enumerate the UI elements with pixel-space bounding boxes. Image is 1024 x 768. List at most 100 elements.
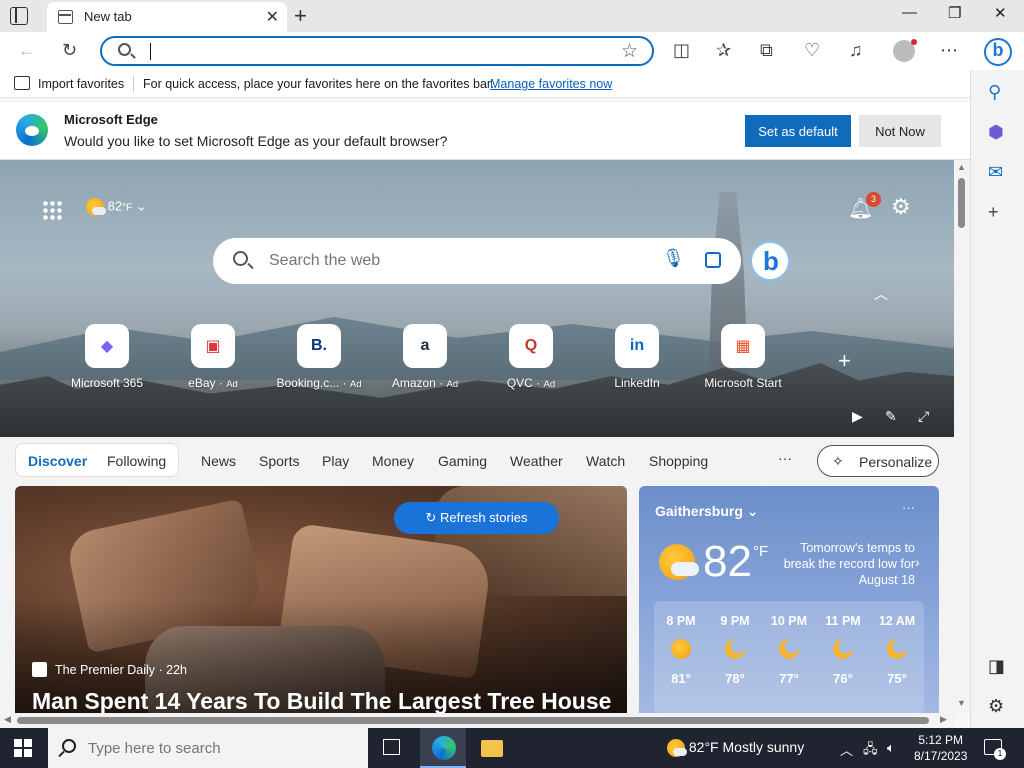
- web-search-box[interactable]: 🎙︎: [213, 238, 741, 284]
- show-hidden-icons-icon[interactable]: ︿: [840, 740, 853, 759]
- visual-search-icon[interactable]: [705, 252, 721, 268]
- quick-link-tile[interactable]: ▦ Microsoft Start: [699, 324, 787, 390]
- quick-link-tile[interactable]: a Amazon · Ad: [381, 324, 469, 390]
- taskbar-search[interactable]: [48, 728, 368, 768]
- system-clock[interactable]: 5:12 PM 8/17/2023: [914, 732, 967, 764]
- browser-essentials-icon[interactable]: ♡: [804, 40, 820, 60]
- scroll-right-icon[interactable]: ▶: [940, 714, 947, 725]
- collections-icon[interactable]: ⧉: [760, 40, 773, 60]
- tab-actions-icon[interactable]: [10, 7, 28, 25]
- quick-link-label: LinkedIn: [614, 376, 660, 390]
- weather-location[interactable]: Gaithersburg ⌄: [655, 503, 759, 520]
- restore-button[interactable]: ❐: [948, 4, 961, 22]
- back-arrow-icon[interactable]: ←: [18, 40, 36, 60]
- sidebar-add-icon[interactable]: +: [988, 202, 999, 223]
- sidebar-hide-icon[interactable]: ◨: [988, 656, 1005, 677]
- sidebar-settings-gear-icon[interactable]: ⚙: [988, 696, 1004, 717]
- quick-link-tile[interactable]: in LinkedIn: [593, 324, 681, 390]
- quick-link-label: QVC · Ad: [506, 376, 556, 390]
- sparkle-icon: ✧: [832, 453, 844, 469]
- taskbar-edge-button[interactable]: [420, 728, 466, 768]
- chevron-up-icon[interactable]: ︿: [874, 284, 888, 304]
- top-story-card[interactable]: ↻ Refresh stories The Premier Daily · 22…: [15, 486, 627, 713]
- horizontal-scrollbar[interactable]: ◀ ▶: [0, 713, 954, 728]
- sidebar-m365-icon[interactable]: ⬢: [988, 122, 1004, 143]
- sidebar-outlook-icon[interactable]: ✉: [988, 162, 1003, 183]
- tab-sports[interactable]: Sports: [259, 453, 299, 469]
- web-search-input[interactable]: [269, 250, 629, 272]
- page-settings-gear-icon[interactable]: ⚙: [891, 194, 911, 220]
- new-tab-button[interactable]: +: [294, 3, 307, 29]
- tab-watch[interactable]: Watch: [586, 453, 625, 469]
- manage-favorites-link[interactable]: Manage favorites now: [490, 77, 612, 91]
- play-icon[interactable]: ▶: [852, 408, 863, 425]
- personalize-button[interactable]: ✧ Personalize: [817, 445, 939, 477]
- tab-following[interactable]: Following: [107, 453, 166, 469]
- refresh-stories-button[interactable]: ↻ Refresh stories: [394, 502, 559, 534]
- bing-chat-icon[interactable]: b: [984, 38, 1012, 66]
- vertical-scrollbar[interactable]: ▲ ▼: [954, 160, 970, 713]
- weather-more-icon[interactable]: ···: [902, 500, 915, 515]
- address-input[interactable]: [152, 40, 592, 62]
- publisher-logo-icon: [32, 662, 47, 677]
- clock-date: 8/17/2023: [914, 749, 968, 763]
- import-favorites-button[interactable]: Import favorites: [38, 77, 124, 91]
- weather-card[interactable]: Gaithersburg ⌄ ··· 82 °F Tomorrow's temp…: [639, 486, 939, 713]
- file-explorer-icon[interactable]: [481, 740, 503, 757]
- refresh-icon[interactable]: ↻: [62, 40, 77, 60]
- taskbar-search-input[interactable]: [88, 738, 348, 758]
- tab-strip: New tab ✕ + — ❐ ✕: [0, 0, 1024, 32]
- quick-link-tile[interactable]: ▣ eBay · Ad: [169, 324, 257, 390]
- close-window-button[interactable]: ✕: [994, 4, 1007, 22]
- set-as-default-button[interactable]: Set as default: [745, 115, 851, 147]
- import-favorites-icon: [14, 76, 30, 90]
- favorites-hint: For quick access, place your favorites h…: [143, 77, 494, 91]
- scroll-thumb[interactable]: [17, 717, 929, 724]
- quick-link-label: Microsoft Start: [704, 376, 782, 390]
- tab-new-tab[interactable]: New tab ✕: [47, 2, 287, 32]
- minimize-button[interactable]: —: [902, 4, 917, 21]
- hour-temp: 81°: [671, 671, 691, 686]
- not-now-button[interactable]: Not Now: [859, 115, 941, 147]
- scroll-left-icon[interactable]: ◀: [4, 714, 11, 725]
- quick-link-tile[interactable]: ◆ Microsoft 365: [63, 324, 151, 390]
- tab-shopping[interactable]: Shopping: [649, 453, 708, 469]
- microphone-icon[interactable]: 🎙︎: [662, 248, 685, 269]
- windows-start-icon[interactable]: [14, 739, 32, 757]
- edit-image-icon[interactable]: ✎: [885, 408, 897, 425]
- close-tab-icon[interactable]: ✕: [266, 7, 279, 27]
- scroll-thumb[interactable]: [958, 178, 965, 228]
- weather-note[interactable]: Tomorrow's temps to break the record low…: [779, 540, 915, 588]
- more-menu-icon[interactable]: ⋯: [940, 40, 958, 60]
- profile-avatar[interactable]: [893, 39, 917, 62]
- tab-discover[interactable]: Discover: [28, 453, 87, 469]
- add-shortcut-button[interactable]: +: [838, 348, 851, 374]
- story-headline[interactable]: Man Spent 14 Years To Build The Largest …: [32, 688, 611, 713]
- add-favorite-star-icon[interactable]: ☆: [621, 40, 638, 63]
- favorites-icon[interactable]: ✰: [716, 40, 731, 60]
- expand-icon[interactable]: ⤢: [918, 408, 929, 425]
- app-launcher-icon[interactable]: [42, 200, 62, 220]
- tab-gaming[interactable]: Gaming: [438, 453, 487, 469]
- address-bar[interactable]: ☆: [100, 36, 654, 66]
- tab-play[interactable]: Play: [322, 453, 349, 469]
- split-screen-icon[interactable]: ◫: [673, 40, 690, 60]
- scroll-up-icon[interactable]: ▲: [957, 162, 966, 172]
- taskbar-weather[interactable]: 82°F Mostly sunny: [667, 739, 804, 758]
- quick-link-label: Amazon · Ad: [391, 376, 459, 390]
- tab-money[interactable]: Money: [372, 453, 414, 469]
- bing-chat-button[interactable]: [750, 241, 790, 281]
- scroll-down-icon[interactable]: ▼: [957, 698, 966, 708]
- task-view-icon[interactable]: [383, 739, 400, 755]
- volume-icon[interactable]: 🔈︎: [887, 740, 895, 756]
- more-categories-button[interactable]: ···: [778, 450, 792, 466]
- quick-link-tile[interactable]: Q QVC · Ad: [487, 324, 575, 390]
- sidebar-search-icon[interactable]: ⚲: [988, 82, 1001, 103]
- tab-news[interactable]: News: [201, 453, 236, 469]
- m365-icon: ◆: [85, 324, 129, 368]
- network-icon[interactable]: 🖧︎: [863, 740, 878, 762]
- quick-link-tile[interactable]: B. Booking.c... · Ad: [275, 324, 363, 390]
- weather-widget-mini[interactable]: 82°F ⌄: [86, 198, 147, 216]
- notifications-bell-icon[interactable]: ♫: [849, 40, 863, 60]
- tab-weather[interactable]: Weather: [510, 453, 563, 469]
